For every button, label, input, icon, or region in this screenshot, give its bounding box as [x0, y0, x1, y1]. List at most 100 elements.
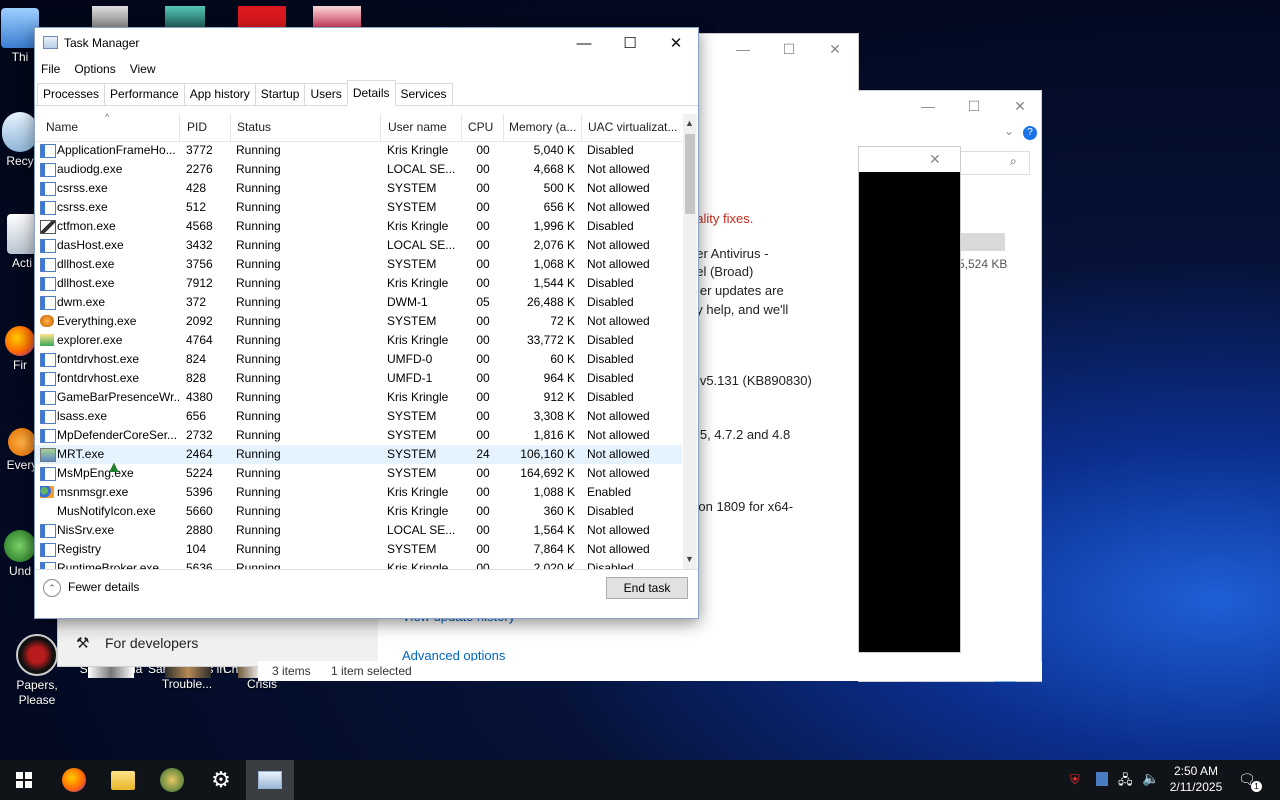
close-button[interactable]: ✕	[812, 34, 858, 64]
for-developers-link[interactable]: For developers	[105, 635, 198, 651]
tab-services[interactable]: Services	[394, 83, 453, 105]
cell-cpu: 00	[476, 561, 490, 569]
cell-name: ApplicationFrameHo...	[57, 143, 176, 157]
table-row[interactable]: lsass.exe 656 Running SYSTEM 00 3,308 K Not al…	[35, 407, 682, 426]
title-bar[interactable]: Task Manager — ☐ ✕	[35, 28, 698, 58]
close-button[interactable]: ✕	[997, 91, 1043, 121]
app-icon	[40, 391, 56, 405]
fewer-details-link[interactable]: Fewer details	[68, 580, 139, 594]
menu-bar: File Options View	[35, 58, 698, 80]
minimize-button[interactable]: —	[905, 91, 951, 121]
cell-status: Running	[236, 447, 281, 461]
table-row[interactable]: fontdrvhost.exe 828 Running UMFD-1 00 964 K Di…	[35, 369, 682, 388]
table-row[interactable]: MRT.exe 2464 Running SYSTEM 24 106,160 K Not a…	[35, 445, 682, 464]
table-row[interactable]: RuntimeBroker.exe 5636 Running Kris Kringle…	[35, 559, 682, 569]
taskbar-task-manager[interactable]	[246, 760, 294, 800]
table-row[interactable]: ctfmon.exe 4568 Running Kris Kringle 00 1,996…	[35, 217, 682, 236]
end-task-button[interactable]: End task	[606, 577, 688, 599]
table-row[interactable]: Everything.exe 2092 Running SYSTEM 00 72 K Not…	[35, 312, 682, 331]
table-row[interactable]: csrss.exe 512 Running SYSTEM 00 656 K Not allo…	[35, 198, 682, 217]
column-header-name[interactable]: Name	[40, 114, 180, 141]
table-row[interactable]: NisSrv.exe 2880 Running LOCAL SE... 00 1,564 …	[35, 521, 682, 540]
scrollbar-thumb[interactable]	[685, 134, 695, 214]
storage-icon[interactable]	[1096, 772, 1108, 786]
selected-file-row[interactable]	[960, 233, 1005, 251]
network-icon[interactable]: 🖧	[1118, 771, 1133, 793]
dialog-window[interactable]: ✕	[858, 146, 961, 653]
tab-processes[interactable]: Processes	[37, 83, 106, 105]
vertical-scrollbar[interactable]: ▲ ▼	[683, 114, 697, 569]
table-row[interactable]: audiodg.exe 2276 Running LOCAL SE... 00 4,668…	[35, 160, 682, 179]
maximize-button[interactable]: ☐	[766, 34, 812, 64]
close-icon[interactable]: ✕	[929, 151, 941, 168]
volume-icon[interactable]: 🔈	[1142, 770, 1159, 787]
table-row[interactable]: fontdrvhost.exe 824 Running UMFD-0 00 60 K Dis…	[35, 350, 682, 369]
clock[interactable]: 2:50 AM 2/11/2025	[1166, 763, 1226, 795]
minimize-button[interactable]: —	[561, 28, 607, 58]
cell-user-name: UMFD-0	[387, 352, 433, 366]
menu-file[interactable]: File	[41, 62, 60, 76]
table-row[interactable]: MsMpEng.exe 5224 Running SYSTEM 00 164,692 KN…	[35, 464, 682, 483]
column-header-user-name[interactable]: User name	[382, 114, 462, 141]
taskbar-firefox[interactable]	[50, 760, 98, 800]
taskbar-game[interactable]	[148, 760, 196, 800]
column-header-status[interactable]: Status	[231, 114, 381, 141]
cell-status: Running	[236, 352, 281, 366]
tab-users[interactable]: Users	[304, 83, 348, 105]
app-icon	[40, 296, 56, 310]
desktop-app-icon[interactable]	[313, 6, 361, 28]
maximize-button[interactable]: ☐	[951, 91, 997, 121]
table-row[interactable]: csrss.exe 428 Running SYSTEM 00 500 K Not allo…	[35, 179, 682, 198]
table-row[interactable]: ApplicationFrameHo... 3772 Running Kris Kri…	[35, 141, 682, 160]
column-header-memory[interactable]: Memory (a...	[503, 114, 582, 141]
chevron-down-icon[interactable]: ⌄	[1004, 124, 1014, 138]
search-box[interactable]	[958, 151, 1030, 175]
table-row[interactable]: Registry 104 Running SYSTEM 00 7,864 K Not all…	[35, 540, 682, 559]
task-manager-window[interactable]: Task Manager — ☐ ✕ File Options View Pro…	[34, 27, 699, 619]
table-row[interactable]: dasHost.exe 3432 Running LOCAL SE... 00 2,076…	[35, 236, 682, 255]
explorer-icon	[40, 334, 54, 346]
scroll-down-icon[interactable]: ▼	[685, 554, 694, 564]
defender-alert-icon[interactable]: ⛨	[1070, 772, 1080, 788]
cell-name: explorer.exe	[57, 333, 123, 347]
tab-details[interactable]: Details	[346, 80, 396, 106]
scroll-up-icon[interactable]: ▲	[685, 118, 694, 128]
table-row[interactable]: MusNotifyIcon.exe 5660 Running Kris Kringle…	[35, 502, 682, 521]
column-header-pid[interactable]: PID	[181, 114, 231, 141]
menu-options[interactable]: Options	[74, 62, 115, 76]
mcdonalds-icon[interactable]	[238, 6, 286, 28]
help-icon[interactable]: ?	[1023, 126, 1037, 140]
cell-user-name: Kris Kringle	[387, 333, 449, 347]
table-row[interactable]: msnmsgr.exe 5396 Running Kris Kringle 00 1,08…	[35, 483, 682, 502]
cell-memory: 5,040 K	[533, 143, 575, 157]
table-row[interactable]: MpDefenderCoreSer... 2732 Running SYSTEM 00 1…	[35, 426, 682, 445]
desktop-app-icon[interactable]	[165, 6, 205, 28]
close-button[interactable]: ✕	[653, 28, 699, 58]
cell-cpu: 00	[476, 162, 490, 176]
taskbar-settings[interactable]: ⚙	[197, 760, 245, 800]
column-header-uac[interactable]: UAC virtualizat...	[582, 114, 682, 141]
table-row[interactable]: explorer.exe 4764 Running Kris Kringle 00 33,…	[35, 331, 682, 350]
cell-pid: 5636	[186, 561, 213, 569]
search-icon[interactable]: ⌕	[1010, 154, 1017, 169]
cell-status: Running	[236, 181, 281, 195]
start-button[interactable]	[0, 760, 48, 800]
maximize-button[interactable]: ☐	[607, 28, 653, 58]
tab-startup[interactable]: Startup	[254, 83, 306, 105]
desktop-app-icon[interactable]	[92, 6, 128, 28]
menu-view[interactable]: View	[130, 62, 156, 76]
table-row[interactable]: dllhost.exe 7912 Running Kris Kringle 00 1,54…	[35, 274, 682, 293]
cell-pid: 5660	[186, 504, 213, 518]
table-row[interactable]: dllhost.exe 3756 Running SYSTEM 00 1,068 K Not…	[35, 255, 682, 274]
taskbar-file-explorer[interactable]	[99, 760, 147, 800]
cell-uac: Disabled	[587, 561, 634, 569]
collapse-icon[interactable]: ⌃	[43, 579, 61, 597]
file-size: 5,524 KB	[958, 257, 1008, 271]
minimize-button[interactable]: —	[720, 34, 766, 64]
cell-memory: 1,088 K	[533, 485, 575, 499]
tab-app-history[interactable]: App history	[183, 83, 256, 105]
tab-performance[interactable]: Performance	[104, 83, 185, 105]
table-row[interactable]: GameBarPresenceWr... 4380 Running Kris Krin…	[35, 388, 682, 407]
column-header-cpu[interactable]: CPU	[462, 114, 504, 141]
table-row[interactable]: dwm.exe 372 Running DWM-1 05 26,488 K Disabled	[35, 293, 682, 312]
